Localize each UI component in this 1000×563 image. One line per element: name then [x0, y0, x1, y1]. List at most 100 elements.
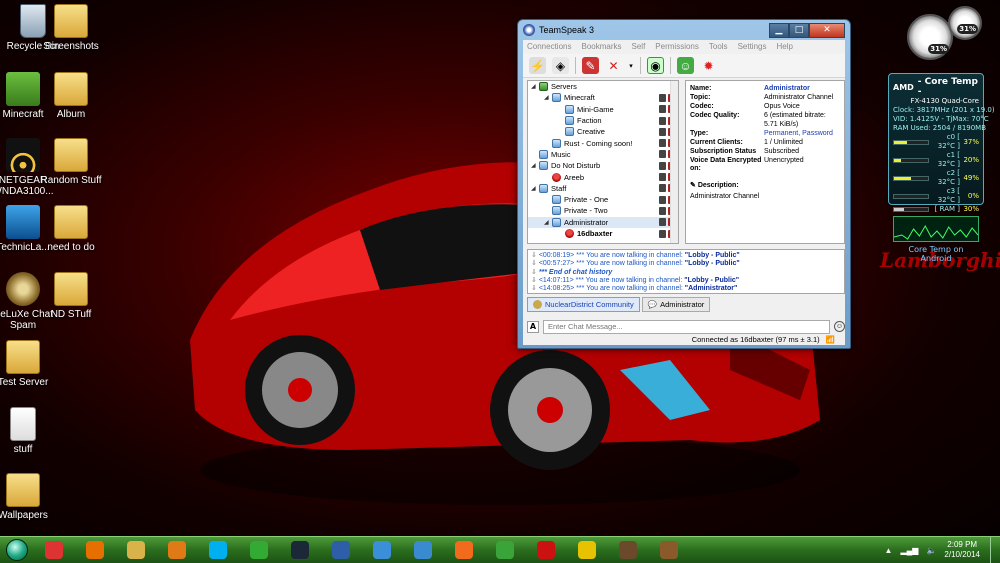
- chat-channel-link[interactable]: "Administrator": [685, 285, 738, 292]
- folder-icon: [54, 4, 88, 38]
- close-button[interactable]: ✕: [809, 22, 845, 38]
- text-format-icon[interactable]: A: [527, 320, 539, 333]
- desktop-icon-nd-stuff[interactable]: ND STuff: [38, 272, 104, 320]
- core-temp-gadget[interactable]: AMD - Core Temp - FX-4130 Quad-Core Clock…: [888, 73, 995, 263]
- contacts-icon[interactable]: ☺: [677, 57, 694, 74]
- network-icon[interactable]: ▂▄▆: [900, 546, 918, 555]
- chat-channel-link[interactable]: "Lobby - Public": [685, 260, 740, 267]
- emoticon-icon[interactable]: ☺: [834, 321, 845, 332]
- taskbar-app-button[interactable]: [362, 538, 402, 563]
- bookmarks-icon[interactable]: ◈: [552, 57, 569, 74]
- desktop-icon-album[interactable]: Album: [38, 72, 104, 120]
- tree-channel[interactable]: Creative: [528, 126, 678, 137]
- desktop-icon-need-to-do[interactable]: need to do: [38, 205, 104, 253]
- chat-channel-link[interactable]: "Lobby - Public": [684, 277, 739, 284]
- taskbar-app-button[interactable]: [198, 538, 238, 563]
- menu-bookmarks[interactable]: Bookmarks: [581, 42, 621, 52]
- taskbar-app-button[interactable]: [157, 538, 197, 563]
- tree-channel[interactable]: Private - Two: [528, 205, 678, 216]
- desktop-icon-wallpapers[interactable]: Wallpapers: [0, 473, 56, 521]
- expand-arrow-icon[interactable]: ◢: [531, 185, 539, 192]
- menu-connections[interactable]: Connections: [527, 42, 571, 52]
- taskbar-app-button[interactable]: [649, 538, 689, 563]
- expand-arrow-icon[interactable]: ◢: [544, 219, 552, 226]
- tree-item-label: Minecraft: [564, 93, 595, 103]
- maximize-button[interactable]: □: [789, 22, 809, 38]
- chat-message-input[interactable]: [543, 319, 830, 334]
- tree-channel[interactable]: ◢ Do Not Disturb: [528, 160, 678, 171]
- desktop-icon-screenshots[interactable]: Screenshots: [38, 4, 104, 52]
- tab-server-chat[interactable]: NuclearDistrict Community: [527, 297, 640, 312]
- taskbar-app-button[interactable]: [485, 538, 525, 563]
- teamspeak-logo-icon[interactable]: ✹: [700, 57, 717, 74]
- expand-arrow-icon[interactable]: ◢: [531, 83, 539, 90]
- teamspeak-window[interactable]: TeamSpeak 3 ▁ □ ✕ Connections Bookmarks …: [517, 19, 851, 349]
- technic-launcher-icon: [6, 205, 40, 239]
- start-button[interactable]: [0, 537, 34, 563]
- menu-permissions[interactable]: Permissions: [655, 42, 699, 52]
- tree-channel[interactable]: ◢ Minecraft: [528, 92, 678, 103]
- tree-channel[interactable]: Music: [528, 149, 678, 160]
- taskbar-app-button[interactable]: [444, 538, 484, 563]
- connect-icon[interactable]: ⚡: [529, 57, 546, 74]
- tree-channel[interactable]: Mini-Game: [528, 104, 678, 115]
- tree-user[interactable]: Areeb: [528, 171, 678, 182]
- desktop-icon-stuff[interactable]: stuff: [0, 407, 56, 455]
- tree-channel[interactable]: Rust - Coming soon!: [528, 137, 678, 148]
- ram-gauge[interactable]: 31%: [948, 6, 982, 40]
- window-titlebar[interactable]: TeamSpeak 3 ▁ □ ✕: [523, 20, 845, 40]
- channel-tree-scrollbar[interactable]: [670, 81, 678, 243]
- away-status-icon[interactable]: ✎: [582, 57, 599, 74]
- volume-icon[interactable]: 🔈: [926, 546, 936, 555]
- crafting-table-icon: [660, 541, 678, 559]
- tree-channel[interactable]: Faction: [528, 115, 678, 126]
- expand-arrow-icon[interactable]: ◢: [544, 94, 552, 101]
- chat-log[interactable]: ⇓ <00:08:19> *** You are now talking in …: [527, 249, 845, 294]
- show-desktop-button[interactable]: [990, 536, 1000, 563]
- folder-icon: [54, 72, 88, 106]
- minimize-button[interactable]: ▁: [769, 22, 789, 38]
- taskbar-app-button[interactable]: [34, 538, 74, 563]
- menu-self[interactable]: Self: [632, 42, 646, 52]
- mute-microphone-icon[interactable]: ✕: [605, 57, 622, 74]
- badge-icon: [659, 161, 666, 170]
- taskbar-app-button[interactable]: [321, 538, 361, 563]
- signal-icon: 📶: [825, 335, 835, 344]
- tree-channel[interactable]: Private - One: [528, 194, 678, 205]
- core-load-bar: [893, 175, 929, 181]
- taskbar-app-button[interactable]: [116, 538, 156, 563]
- chat-channel-link[interactable]: "Lobby - Public": [685, 252, 740, 259]
- clock[interactable]: 2:09 PM 2/10/2014: [944, 540, 980, 560]
- tab-channel-chat[interactable]: 💬 Administrator: [641, 297, 711, 312]
- taskbar-app-button[interactable]: [239, 538, 279, 563]
- taskbar-app-button[interactable]: [526, 538, 566, 563]
- user-talk-icon: [552, 172, 561, 182]
- menu-tools[interactable]: Tools: [709, 42, 728, 52]
- tray-expand-icon[interactable]: ▲: [885, 546, 893, 555]
- taskbar-app-button[interactable]: [567, 538, 607, 563]
- chat-text: *** End of chat history: [538, 268, 613, 276]
- chat-line: ⇓ <00:57:27> *** You are now talking in …: [531, 260, 841, 268]
- core-temp-android-link[interactable]: Core Temp on Android: [893, 245, 979, 263]
- expand-arrow-icon[interactable]: ◢: [531, 162, 539, 169]
- core-load-bar: [893, 207, 929, 212]
- tree-channel[interactable]: ◢ Servers: [528, 81, 678, 92]
- taskbar-app-button[interactable]: [608, 538, 648, 563]
- taskbar-app-button[interactable]: [75, 538, 115, 563]
- desktop-icon-random-stuff[interactable]: Random Stuff: [38, 138, 104, 186]
- chevron-down-icon[interactable]: ▾: [628, 57, 634, 74]
- menu-help[interactable]: Help: [776, 42, 792, 52]
- tree-user[interactable]: 16dbaxter: [528, 228, 678, 239]
- menu-settings[interactable]: Settings: [738, 42, 767, 52]
- clock-time: 2:09 PM: [947, 540, 978, 549]
- tree-channel[interactable]: ◢ Administrator: [528, 216, 678, 228]
- notepad-icon: [414, 541, 432, 559]
- channel-tree[interactable]: ◢ Servers ◢ Minecraft Mini-Game Faction Creati…: [527, 80, 679, 244]
- tree-channel[interactable]: ◢ Staff: [528, 183, 678, 194]
- taskbar-app-button[interactable]: [403, 538, 443, 563]
- capture-icon[interactable]: ◉: [647, 57, 664, 74]
- cpu-gauge[interactable]: 31%: [907, 14, 953, 60]
- taskbar-app-button[interactable]: [280, 538, 320, 563]
- desktop-icon-test-server[interactable]: Test Server: [0, 340, 56, 388]
- connection-status: Connected as 16dbaxter (97 ms ± 3.1) 📶: [692, 335, 835, 344]
